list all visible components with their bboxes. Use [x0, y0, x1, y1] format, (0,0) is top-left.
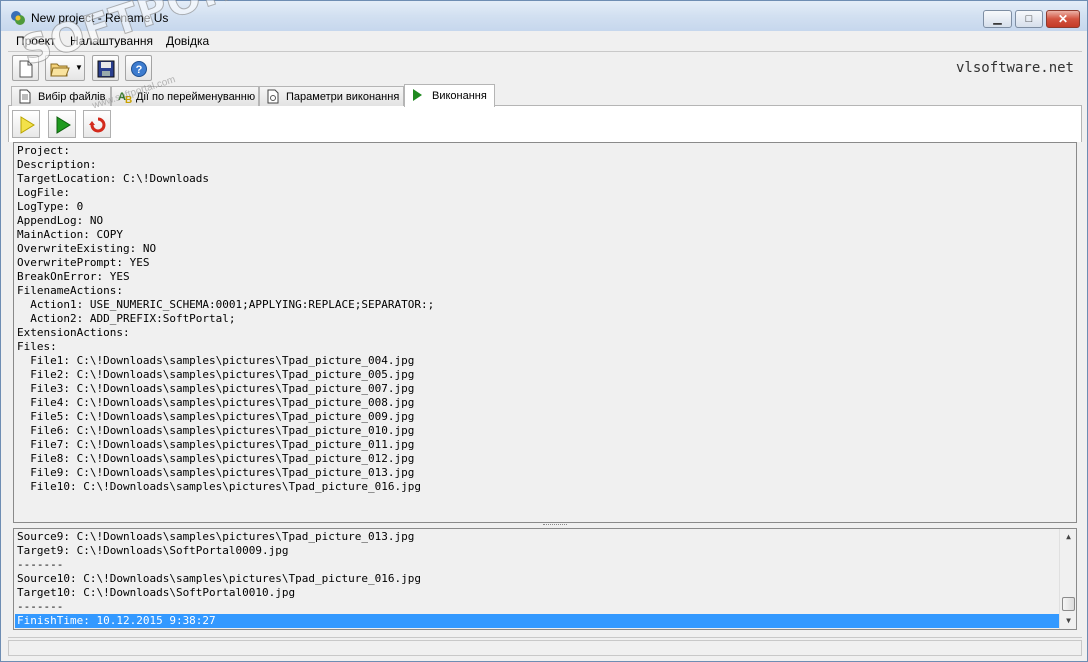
maximize-button[interactable]: □: [1015, 10, 1043, 28]
tab-file-selection[interactable]: Вибір файлів: [11, 86, 111, 106]
menu-settings[interactable]: Налаштування: [70, 34, 153, 48]
tab-execution[interactable]: Виконання: [404, 84, 495, 107]
project-line: OverwritePrompt: YES: [17, 256, 150, 269]
tab-rename-actions[interactable]: AB Дії по перейменуванню: [111, 86, 259, 106]
close-button[interactable]: ✕: [1046, 10, 1080, 28]
log-line: Source9: C:\!Downloads\samples\pictures\…: [17, 530, 415, 543]
execution-log-panel[interactable]: Source9: C:\!Downloads\samples\pictures\…: [13, 528, 1077, 630]
scroll-down-icon[interactable]: ▼: [1060, 613, 1076, 629]
project-line: OverwriteExisting: NO: [17, 242, 157, 255]
help-icon: ?: [131, 61, 147, 77]
svg-text:?: ?: [136, 64, 143, 76]
log-line: Source10: C:\!Downloads\samples\pictures…: [17, 572, 421, 585]
tab-label: Вибір файлів: [38, 91, 106, 103]
menu-bar: Проект Налаштування Довідка: [8, 32, 1082, 50]
status-panel: [8, 640, 1082, 656]
new-project-button[interactable]: [12, 55, 39, 81]
scroll-thumb[interactable]: [1062, 597, 1075, 611]
project-line: File7: C:\!Downloads\samples\pictures\Tp…: [17, 438, 415, 451]
project-line: Action2: ADD_PREFIX:SoftPortal;: [17, 312, 236, 325]
tab-label: Параметри виконання: [286, 91, 400, 103]
preview-button[interactable]: [12, 110, 40, 138]
project-line: MainAction: COPY: [17, 228, 123, 241]
project-line: File1: C:\!Downloads\samples\pictures\Tp…: [17, 354, 415, 367]
tab-label: Виконання: [432, 90, 487, 102]
open-project-button[interactable]: ▼: [45, 55, 85, 81]
project-line: File3: C:\!Downloads\samples\pictures\Tp…: [17, 382, 415, 395]
app-window: New project - Rename Us ▁ □ ✕ Проект Нал…: [0, 0, 1088, 662]
chevron-down-icon[interactable]: ▼: [75, 63, 83, 72]
status-bar: [8, 637, 1082, 657]
project-line: LogFile:: [17, 186, 70, 199]
scroll-up-icon[interactable]: ▲: [1060, 529, 1076, 545]
toolbar: ▼ ? vlsoftware.net: [8, 51, 1082, 83]
tab-strip: Вибір файлів AB Дії по перейменуванню Па…: [8, 84, 1082, 107]
rename-actions-icon: AB: [118, 91, 132, 104]
minimize-icon: ▁: [993, 13, 1002, 25]
app-icon: [11, 11, 25, 25]
execution-toolbar: [8, 106, 1082, 142]
log-line: -------: [17, 600, 64, 613]
project-line: Description:: [17, 158, 97, 171]
splitter-grip: [543, 524, 567, 526]
log-scrollbar[interactable]: ▲ ▼: [1059, 529, 1076, 629]
project-line: BreakOnError: YES: [17, 270, 130, 283]
project-line: File9: C:\!Downloads\samples\pictures\Tp…: [17, 466, 415, 479]
project-line: File4: C:\!Downloads\samples\pictures\Tp…: [17, 396, 415, 409]
menu-project[interactable]: Проект: [16, 34, 56, 48]
log-row-selected[interactable]: FinishTime: 10.12.2015 9:38:27: [15, 614, 1059, 628]
project-line: FilenameActions:: [17, 284, 123, 297]
window-title: New project - Rename Us: [31, 11, 169, 25]
svg-text:B: B: [125, 95, 132, 104]
new-file-icon: [19, 60, 33, 78]
maximize-icon: □: [1025, 13, 1033, 25]
preview-play-icon: [20, 116, 35, 134]
undo-icon: [89, 117, 106, 133]
project-line: ExtensionActions:: [17, 326, 130, 339]
help-button[interactable]: ?: [125, 55, 152, 81]
project-line: File2: C:\!Downloads\samples\pictures\Tp…: [17, 368, 415, 381]
tab-execution-parameters[interactable]: Параметри виконання: [259, 86, 404, 106]
project-line: Project:: [17, 144, 70, 157]
close-icon: ✕: [1057, 12, 1069, 26]
execute-button[interactable]: [48, 110, 76, 138]
log-line: Target10: C:\!Downloads\SoftPortal0010.j…: [17, 586, 296, 599]
undo-button[interactable]: [83, 110, 111, 138]
log-line: Target9: C:\!Downloads\SoftPortal0009.jp…: [17, 544, 289, 557]
title-bar[interactable]: New project - Rename Us ▁ □ ✕: [1, 1, 1087, 31]
project-line: TargetLocation: C:\!Downloads: [17, 172, 210, 185]
menu-help[interactable]: Довідка: [166, 34, 209, 48]
minimize-button[interactable]: ▁: [983, 10, 1012, 28]
open-folder-icon: [50, 63, 70, 77]
project-line: LogType: 0: [17, 200, 84, 213]
project-line: File10: C:\!Downloads\samples\pictures\T…: [17, 480, 421, 493]
project-line: File5: C:\!Downloads\samples\pictures\Tp…: [17, 410, 415, 423]
brand-label: vlsoftware.net: [955, 60, 1074, 76]
project-line: File6: C:\!Downloads\samples\pictures\Tp…: [17, 424, 415, 437]
save-icon: [97, 60, 115, 78]
tab-label: Дії по перейменуванню: [136, 91, 256, 103]
project-line: Files:: [17, 340, 57, 353]
parameters-icon: [267, 89, 279, 104]
log-line: -------: [17, 558, 64, 571]
project-summary-panel[interactable]: Project: Description: TargetLocation: C:\!…: [13, 142, 1077, 523]
play-icon: [413, 89, 422, 101]
log-line-finish-time: FinishTime: 10.12.2015 9:38:27: [17, 614, 216, 627]
files-icon: [19, 89, 31, 104]
save-project-button[interactable]: [92, 55, 119, 81]
project-line: AppendLog: NO: [17, 214, 104, 227]
project-line: Action1: USE_NUMERIC_SCHEMA:0001;APPLYIN…: [17, 298, 435, 311]
project-line: File8: C:\!Downloads\samples\pictures\Tp…: [17, 452, 415, 465]
execute-play-icon: [56, 116, 71, 134]
